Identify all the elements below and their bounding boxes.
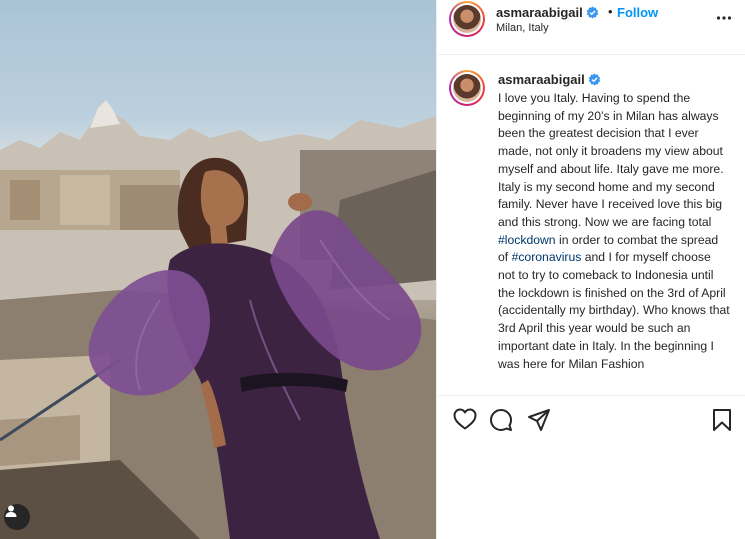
caption-part-1: I love you Italy. Having to spend the be… <box>498 91 724 229</box>
caption-username[interactable]: asmaraabigail <box>498 72 585 87</box>
more-options-icon[interactable] <box>716 10 732 26</box>
verified-badge-icon <box>586 6 598 19</box>
photo-illustration <box>0 100 436 539</box>
caption-avatar[interactable] <box>449 70 485 106</box>
caption-text: I love you Italy. Having to spend the be… <box>498 90 730 373</box>
hashtag-coronavirus[interactable]: #coronavirus <box>512 250 582 264</box>
caption-username-row: asmaraabigail <box>498 72 601 87</box>
follow-button[interactable]: Follow <box>617 5 658 20</box>
action-bar <box>437 395 745 445</box>
caption-part-3: and I for myself choose not to try to co… <box>498 250 730 371</box>
separator-dot: • <box>608 4 613 19</box>
comment-icon[interactable] <box>489 408 513 432</box>
post-photo[interactable] <box>0 0 436 539</box>
heart-icon[interactable] <box>453 408 477 430</box>
header-username[interactable]: asmaraabigail <box>496 5 583 20</box>
avatar[interactable] <box>449 1 485 37</box>
header-username-row: asmaraabigail <box>496 5 599 20</box>
bookmark-icon[interactable] <box>711 408 733 432</box>
share-icon[interactable] <box>527 408 551 432</box>
post-sidebar: asmaraabigail • Follow Milan, Italy asma… <box>436 0 745 539</box>
post-header: asmaraabigail • Follow Milan, Italy <box>437 0 745 55</box>
hashtag-lockdown[interactable]: #lockdown <box>498 233 556 247</box>
caption-section: asmaraabigail I love you Italy. Having t… <box>437 56 745 394</box>
location-link[interactable]: Milan, Italy <box>496 22 549 34</box>
verified-badge-icon <box>588 73 600 86</box>
user-tag-icon[interactable] <box>4 504 30 530</box>
